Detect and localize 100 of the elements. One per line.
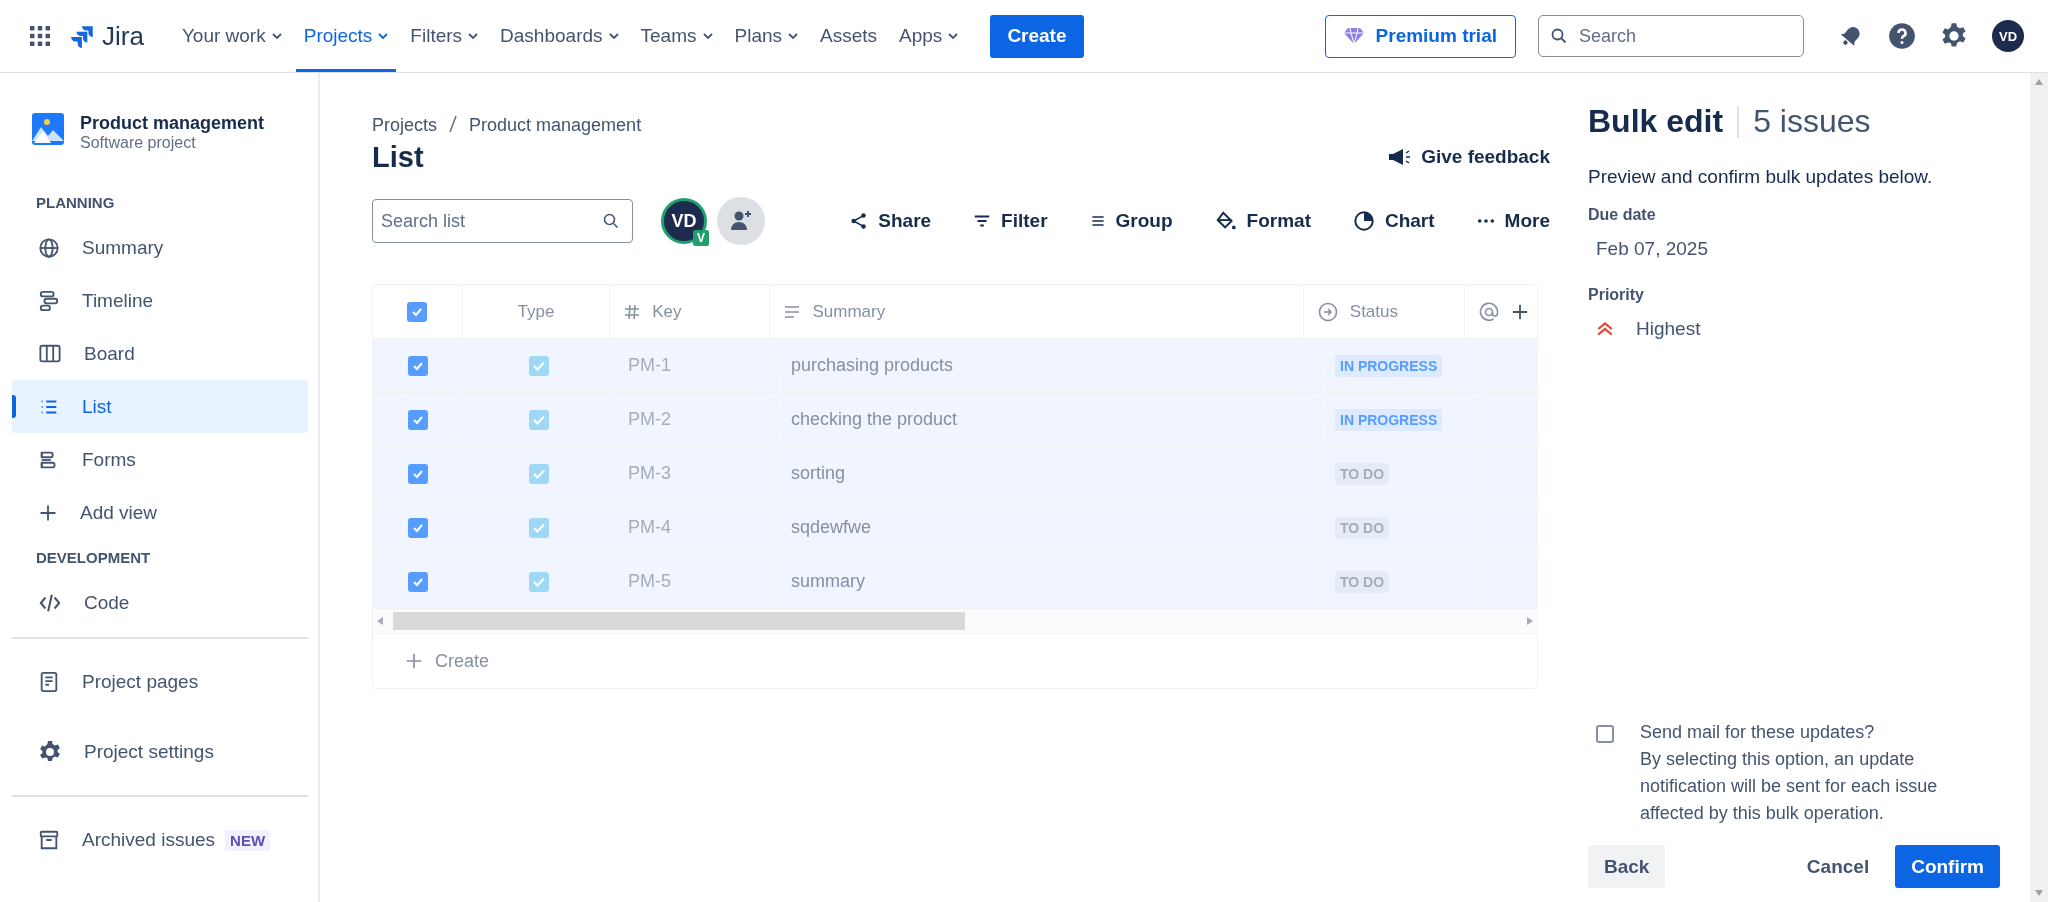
- add-person-icon: [729, 209, 753, 233]
- nav-item[interactable]: Your work: [173, 0, 290, 72]
- globe-icon: [38, 236, 60, 259]
- sidebar-item[interactable]: Board: [12, 327, 308, 380]
- user-avatar[interactable]: VD V: [661, 198, 707, 244]
- add-column-icon[interactable]: [1511, 302, 1529, 321]
- add-people-button[interactable]: [717, 197, 765, 245]
- search-icon: [603, 213, 619, 229]
- scroll-up-icon[interactable]: [2035, 79, 2043, 85]
- scroll-down-icon[interactable]: [2035, 890, 2043, 896]
- project-type: Software project: [80, 134, 197, 152]
- page-icon: [38, 670, 60, 694]
- status-icon: [1317, 301, 1338, 322]
- send-mail-checkbox[interactable]: [1596, 725, 1614, 743]
- sidebar-item[interactable]: Archived issues NEW: [12, 805, 308, 875]
- avatar-badge: V: [693, 230, 709, 246]
- selection-indicator: [12, 395, 16, 418]
- diamond-icon: [1343, 27, 1364, 45]
- field-value: Highest: [1636, 318, 1701, 340]
- create-button[interactable]: Create: [990, 14, 1084, 58]
- row-checkbox[interactable]: [408, 517, 428, 538]
- vertical-scrollbar[interactable]: [2030, 73, 2048, 902]
- toolbar-button[interactable]: Format: [1204, 204, 1321, 238]
- paint-bucket-icon: [1214, 210, 1237, 232]
- section-heading: DEVELOPMENT: [35, 549, 152, 566]
- at-icon: [1479, 301, 1499, 322]
- sidebar-item[interactable]: List: [12, 380, 308, 433]
- search-icon: [1551, 28, 1567, 44]
- back-button[interactable]: Back: [1588, 845, 1666, 888]
- logo-icon: [70, 23, 96, 49]
- issue-count: 5 issues: [1753, 103, 1871, 140]
- horizontal-scrollbar[interactable]: [373, 609, 1537, 633]
- cancel-button[interactable]: Cancel: [1790, 845, 1886, 888]
- archive-icon: [38, 829, 60, 851]
- panel-description: Preview and confirm bulk updates below.: [1588, 166, 1934, 188]
- board-icon: [38, 342, 62, 365]
- highest-priority-icon: [1596, 321, 1614, 337]
- field-value: Feb 07, 2025: [1596, 238, 1708, 260]
- breadcrumb-separator: [449, 115, 458, 133]
- nav-item[interactable]: Projects: [295, 0, 397, 72]
- help-icon[interactable]: [1888, 22, 1916, 50]
- search-list-field[interactable]: Search list: [372, 199, 633, 243]
- toolbar-button[interactable]: Filter: [963, 204, 1058, 238]
- help-text: By selecting this option, an update notification will be sent for each issue affected by this bulk operation.: [1640, 748, 1939, 825]
- sidebar-item[interactable]: Timeline: [12, 274, 308, 327]
- breadcrumb-link[interactable]: Projects: [372, 115, 438, 136]
- settings-icon: [38, 740, 62, 764]
- product-name[interactable]: Jira: [102, 20, 144, 52]
- text-lines-icon: [784, 304, 801, 319]
- panel-title: Bulk edit: [1588, 103, 1724, 140]
- nav-item[interactable]: Plans: [726, 0, 807, 72]
- row-checkbox[interactable]: [408, 571, 428, 592]
- nav-item[interactable]: Assets: [812, 0, 886, 72]
- task-type-icon: [528, 517, 549, 538]
- scroll-left-icon[interactable]: [377, 617, 383, 625]
- nav-item[interactable]: Filters: [402, 0, 487, 72]
- toolbar-button[interactable]: Share: [840, 204, 942, 238]
- sidebar-item[interactable]: Project pages: [12, 647, 308, 717]
- hash-icon: [624, 303, 641, 320]
- breadcrumb-link[interactable]: Product management: [469, 115, 642, 136]
- toolbar-button[interactable]: Chart: [1342, 204, 1445, 238]
- page-title: List: [372, 140, 424, 174]
- plus-icon: [405, 652, 423, 670]
- sidebar-item[interactable]: Summary: [12, 221, 308, 274]
- app-switcher-icon[interactable]: [30, 26, 50, 46]
- task-type-icon: [528, 409, 549, 430]
- row-checkbox[interactable]: [408, 409, 428, 430]
- nav-item[interactable]: Dashboards: [492, 0, 627, 72]
- timeline-icon: [38, 289, 60, 312]
- field-label: Due date: [1588, 206, 1657, 224]
- toolbar-button[interactable]: More: [1466, 204, 1560, 238]
- select-all-checkbox[interactable]: [407, 301, 428, 322]
- scroll-right-icon[interactable]: [1527, 617, 1533, 625]
- megaphone-icon: [1387, 147, 1412, 167]
- search-field[interactable]: Search: [1538, 15, 1804, 57]
- nav-item[interactable]: Teams: [632, 0, 721, 72]
- project-avatar-icon: [32, 113, 64, 145]
- field-label: Priority: [1588, 286, 1645, 304]
- group-icon: [1089, 213, 1106, 229]
- toolbar-button[interactable]: Group: [1079, 204, 1183, 238]
- user-avatar[interactable]: VD: [1992, 20, 2024, 52]
- pie-chart-icon: [1352, 210, 1375, 232]
- checkbox-label[interactable]: Send mail for these updates?: [1640, 719, 1970, 746]
- share-icon: [850, 212, 869, 230]
- task-type-icon: [528, 463, 549, 484]
- section-heading: PLANNING: [35, 194, 116, 211]
- sidebar-item[interactable]: Project settings: [12, 717, 308, 787]
- task-type-icon: [528, 355, 549, 376]
- confirm-button[interactable]: Confirm: [1895, 845, 2000, 888]
- row-checkbox[interactable]: [408, 463, 428, 484]
- add-view-button[interactable]: Add view: [12, 486, 308, 539]
- project-name[interactable]: Product management: [80, 113, 265, 134]
- sidebar-item[interactable]: Forms: [12, 433, 308, 486]
- more-icon: [1476, 218, 1495, 224]
- nav-item[interactable]: Apps: [891, 0, 967, 72]
- row-checkbox[interactable]: [408, 355, 428, 376]
- sidebar-item[interactable]: Code: [12, 576, 308, 629]
- premium-trial-button[interactable]: Premium trial: [1324, 14, 1516, 58]
- give-feedback-button[interactable]: Give feedback: [1377, 140, 1560, 174]
- new-badge: NEW: [225, 829, 271, 851]
